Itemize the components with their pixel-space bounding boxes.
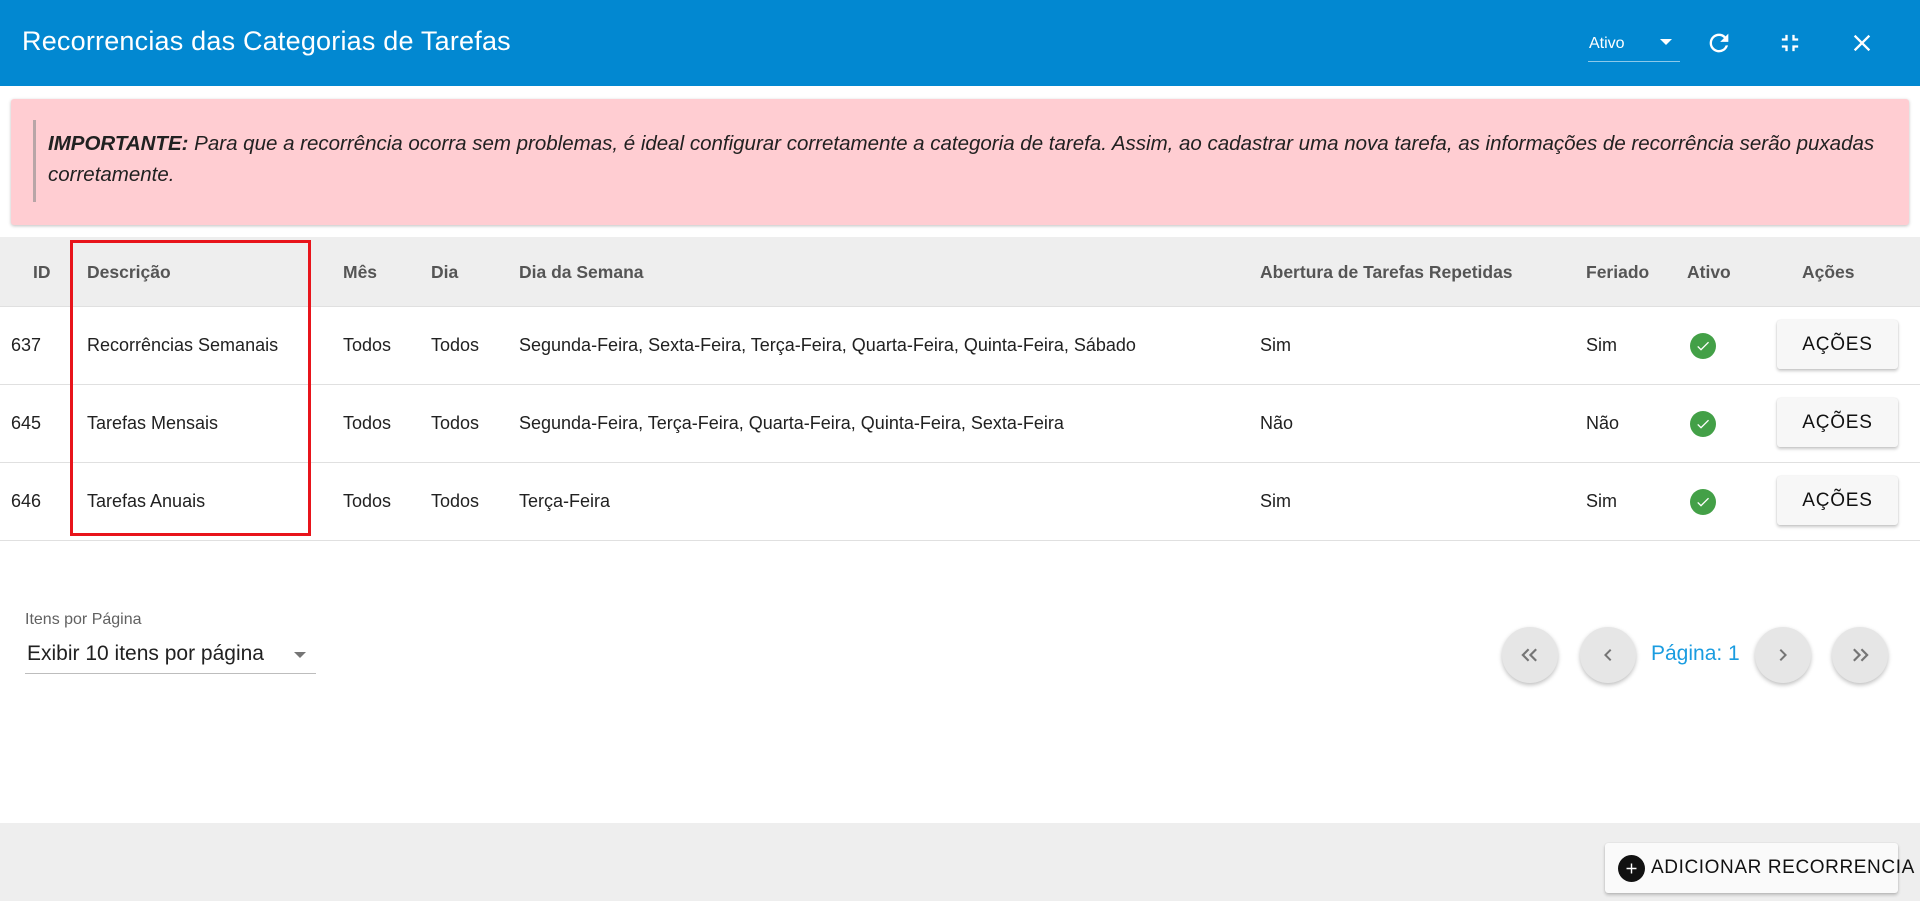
acoes-button[interactable]: AÇÕES	[1777, 398, 1898, 447]
cell-descricao: Recorrências Semanais	[87, 335, 279, 355]
header-ativo: Ativo	[1687, 262, 1731, 282]
per-page-value: Exibir 10 itens por página	[27, 642, 264, 665]
per-page-label: Itens por Página	[25, 611, 142, 628]
first-page-button[interactable]	[1502, 627, 1558, 683]
close-icon	[1853, 34, 1871, 52]
cell-feriado: Sim	[1586, 335, 1617, 355]
header-id: ID	[33, 262, 51, 282]
header-acoes: Ações	[1802, 262, 1855, 282]
table-row: 646 Tarefas Anuais Todos Todos Terça-Fei…	[0, 463, 1920, 541]
active-check-icon	[1690, 411, 1716, 437]
collapse-icon	[1781, 34, 1799, 52]
cell-abertura: Sim	[1260, 491, 1291, 511]
last-page-button[interactable]	[1832, 627, 1888, 683]
chevron-down-icon	[1660, 39, 1672, 45]
close-button[interactable]	[1843, 24, 1881, 62]
alert-bar	[33, 120, 36, 202]
per-page-select[interactable]: Exibir 10 itens por página	[25, 633, 316, 674]
dialog-header: Recorrencias das Categorias de Tarefas A…	[0, 0, 1920, 86]
double-chevron-left-icon	[1521, 648, 1537, 662]
refresh-button[interactable]	[1700, 24, 1738, 62]
table-row: 645 Tarefas Mensais Todos Todos Segunda-…	[0, 385, 1920, 463]
cell-dia: Todos	[431, 413, 480, 433]
acoes-button[interactable]: AÇÕES	[1777, 476, 1898, 525]
cell-id: 637	[11, 335, 42, 355]
cell-dia: Todos	[431, 491, 480, 511]
cell-dia-semana: Segunda-Feira, Terça-Feira, Quarta-Feira…	[519, 413, 1064, 433]
header-feriado: Feriado	[1586, 262, 1650, 282]
collapse-button[interactable]	[1771, 24, 1809, 62]
cell-mes: Todos	[343, 335, 392, 355]
cell-mes: Todos	[343, 413, 392, 433]
cell-feriado: Não	[1586, 413, 1620, 433]
cell-id: 646	[11, 491, 42, 511]
add-recorrencia-button[interactable]: ADICIONAR RECORRENCIA	[1605, 843, 1914, 893]
prev-page-button[interactable]	[1580, 627, 1636, 683]
double-chevron-right-icon	[1853, 648, 1869, 662]
cell-dia: Todos	[431, 335, 480, 355]
important-alert: IMPORTANTE: Para que a recorrência ocorr…	[11, 99, 1909, 225]
chevron-right-icon	[1779, 649, 1787, 661]
chevron-left-icon	[1604, 649, 1612, 661]
active-check-icon	[1690, 489, 1716, 515]
add-recorrencia-label: ADICIONAR RECORRENCIA	[1651, 857, 1915, 878]
cell-id: 645	[11, 413, 42, 433]
alert-strong: IMPORTANTE:	[48, 132, 189, 155]
header-dia: Dia	[431, 262, 459, 282]
next-page-button[interactable]	[1755, 627, 1811, 683]
page-indicator: Página: 1	[1651, 642, 1740, 665]
status-filter-value: Ativo	[1589, 35, 1625, 52]
table-row: 637 Recorrências Semanais Todos Todos Se…	[0, 307, 1920, 385]
status-filter-select[interactable]: Ativo	[1588, 29, 1680, 62]
cell-dia-semana: Segunda-Feira, Sexta-Feira, Terça-Feira,…	[519, 335, 1136, 355]
header-mes: Mês	[343, 262, 378, 282]
active-check-icon	[1690, 333, 1716, 359]
header-dia-semana: Dia da Semana	[519, 262, 644, 282]
add-circle-icon	[1618, 855, 1645, 882]
alert-message: Para que a recorrência ocorra sem proble…	[48, 132, 1875, 186]
cell-abertura: Sim	[1260, 335, 1291, 355]
cell-feriado: Sim	[1586, 491, 1617, 511]
dialog-title: Recorrencias das Categorias de Tarefas	[22, 26, 511, 56]
cell-descricao: Tarefas Anuais	[87, 491, 206, 511]
acoes-button[interactable]: AÇÕES	[1777, 320, 1898, 369]
header-descricao: Descrição	[87, 262, 171, 282]
cell-mes: Todos	[343, 491, 392, 511]
cell-dia-semana: Terça-Feira	[519, 491, 611, 511]
header-abertura: Abertura de Tarefas Repetidas	[1260, 262, 1513, 282]
refresh-icon	[1709, 33, 1729, 53]
cell-descricao: Tarefas Mensais	[87, 413, 219, 433]
table-header: ID Descrição Mês Dia Dia da Semana Abert…	[0, 237, 1920, 307]
alert-text: IMPORTANTE: Para que a recorrência ocorr…	[48, 128, 1878, 190]
chevron-down-icon	[294, 652, 306, 658]
cell-abertura: Não	[1260, 413, 1294, 433]
